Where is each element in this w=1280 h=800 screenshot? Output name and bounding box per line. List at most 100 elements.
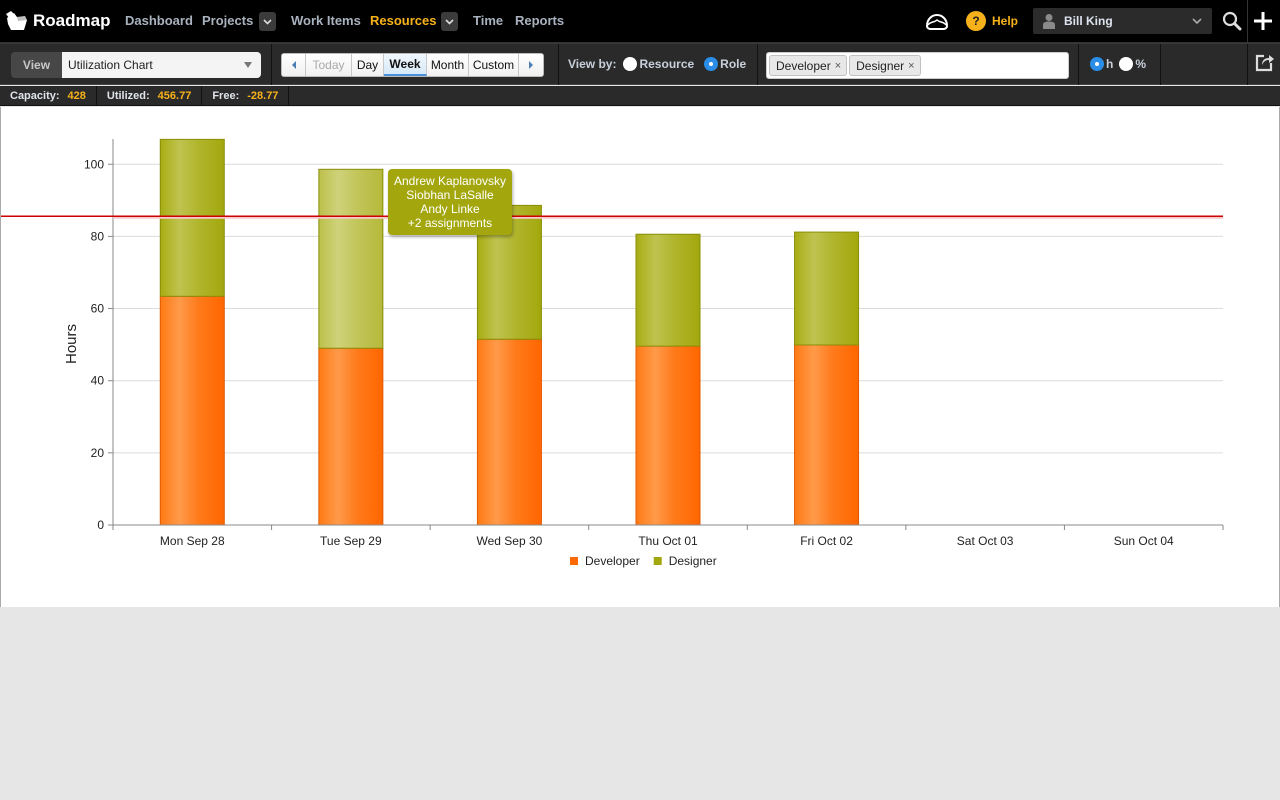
view-by-group: View by: Resource Role bbox=[568, 57, 756, 71]
unit-hours-radio[interactable] bbox=[1090, 57, 1104, 71]
x-tick-label: Tue Sep 29 bbox=[320, 534, 382, 548]
dropdown-arrow-icon bbox=[244, 62, 252, 68]
legend-swatch-developer bbox=[570, 557, 578, 565]
unit-percent-label[interactable]: % bbox=[1135, 57, 1146, 71]
top-nav: Roadmap Dashboard Projects Work Items Re… bbox=[0, 0, 1280, 43]
panel-border bbox=[0, 107, 1, 607]
capacity-value: 428 bbox=[67, 90, 86, 102]
nav-resources[interactable]: Resources bbox=[370, 13, 436, 28]
unit-toggle-group: h % bbox=[1090, 57, 1156, 71]
help-button[interactable]: ? Help bbox=[966, 11, 1018, 31]
bar-developer bbox=[476, 338, 542, 526]
tooltip-line: Andy Linke bbox=[420, 202, 480, 216]
projects-dropdown-button[interactable] bbox=[259, 12, 276, 31]
view-dropdown[interactable]: Utilization Chart bbox=[62, 52, 261, 78]
y-tick-label: 20 bbox=[91, 446, 105, 460]
chevron-down-icon bbox=[445, 18, 454, 25]
toolbar-divider bbox=[271, 44, 272, 85]
help-icon: ? bbox=[966, 11, 986, 31]
y-tick-label: 100 bbox=[84, 157, 104, 171]
chart-tooltip: Andrew Kaplanovsky Siobhan LaSalle Andy … bbox=[388, 169, 512, 235]
utilized-label: Utilized: bbox=[106, 90, 150, 102]
x-tick-label: Wed Sep 30 bbox=[477, 534, 543, 548]
capacity-label: Capacity: bbox=[10, 90, 60, 102]
y-tick-label: 80 bbox=[91, 229, 105, 243]
y-tick-label: 0 bbox=[97, 518, 104, 532]
date-range-selector: Today Day Week Month Custom bbox=[281, 53, 544, 77]
brand-logo[interactable]: Roadmap bbox=[5, 9, 110, 33]
tag-label: Developer bbox=[776, 58, 831, 73]
view-by-label: View by: bbox=[568, 57, 617, 71]
nav-reports[interactable]: Reports bbox=[515, 13, 564, 28]
y-axis-title: Hours bbox=[63, 324, 80, 364]
toolbar-divider bbox=[1160, 44, 1161, 85]
bar-designer bbox=[635, 233, 701, 347]
cloud-icon[interactable] bbox=[925, 11, 949, 31]
x-tick-label: Thu Oct 01 bbox=[638, 534, 698, 548]
nav-dashboard[interactable]: Dashboard bbox=[125, 13, 193, 28]
bar-developer bbox=[318, 347, 384, 526]
today-button[interactable]: Today bbox=[306, 54, 352, 76]
free-value: -28.77 bbox=[247, 90, 279, 102]
role-filter-input[interactable]: Developer × Designer × bbox=[766, 52, 1069, 79]
free-label: Free: bbox=[212, 90, 240, 102]
view-label: View bbox=[11, 52, 62, 78]
free-stat: Free: -28.77 bbox=[202, 86, 290, 106]
chevron-down-icon bbox=[1192, 18, 1202, 24]
bar-designer bbox=[794, 231, 860, 346]
brand-name: Roadmap bbox=[33, 11, 111, 30]
nav-time[interactable]: Time bbox=[473, 13, 503, 28]
unit-hours-label[interactable]: h bbox=[1106, 57, 1113, 71]
legend-label-developer: Developer bbox=[585, 554, 640, 568]
search-icon[interactable] bbox=[1222, 11, 1242, 31]
toolbar-divider bbox=[1078, 44, 1079, 85]
bar-developer bbox=[635, 345, 701, 526]
user-menu[interactable]: Bill King bbox=[1033, 8, 1212, 34]
day-button[interactable]: Day bbox=[352, 54, 384, 76]
month-button[interactable]: Month bbox=[427, 54, 469, 76]
utilization-chart-panel: 0 20 40 60 80 100 Hours Mon Sep 28 Tue Sep 29 Wed… bbox=[0, 107, 1279, 607]
user-name: Bill King bbox=[1064, 14, 1113, 28]
y-tick-label: 40 bbox=[91, 374, 105, 388]
arrow-right-icon bbox=[529, 61, 533, 69]
next-period-button[interactable] bbox=[519, 54, 543, 76]
custom-button[interactable]: Custom bbox=[469, 54, 519, 76]
utilized-value: 456.77 bbox=[157, 90, 192, 102]
chevron-down-icon bbox=[263, 18, 272, 25]
unit-percent-radio[interactable] bbox=[1119, 57, 1134, 71]
user-avatar-icon bbox=[1043, 14, 1055, 29]
capacity-line-layer bbox=[0, 215, 1223, 219]
view-by-role-radio[interactable] bbox=[704, 57, 719, 71]
x-tick-label: Fri Oct 02 bbox=[800, 534, 853, 548]
remove-tag-icon[interactable]: × bbox=[908, 60, 914, 72]
resources-dropdown-button[interactable] bbox=[441, 12, 458, 31]
view-by-resource-label[interactable]: Resource bbox=[639, 57, 694, 71]
tooltip-line: Andrew Kaplanovsky bbox=[393, 174, 507, 188]
week-button[interactable]: Week bbox=[384, 54, 427, 76]
view-by-resource-radio[interactable] bbox=[623, 57, 638, 71]
export-icon[interactable] bbox=[1255, 52, 1275, 72]
tooltip-line: Siobhan LaSalle bbox=[406, 188, 494, 202]
utilization-stats-bar: Capacity: 428 Utilized: 456.77 Free: -28… bbox=[0, 86, 1280, 106]
nav-projects[interactable]: Projects bbox=[202, 13, 253, 28]
nav-work-items[interactable]: Work Items bbox=[291, 13, 361, 28]
nav-divider bbox=[1247, 0, 1248, 43]
logo-icon bbox=[6, 11, 27, 30]
toolbar-divider bbox=[558, 44, 559, 85]
x-tick-label: Sun Oct 04 bbox=[1114, 534, 1174, 548]
bar-developer bbox=[159, 295, 225, 526]
toolbar-divider bbox=[1247, 44, 1248, 85]
y-tick-label: 60 bbox=[91, 302, 105, 316]
toolbar-divider bbox=[757, 44, 758, 85]
view-selector: View Utilization Chart bbox=[11, 52, 261, 78]
plus-icon[interactable] bbox=[1252, 10, 1274, 32]
remove-tag-icon[interactable]: × bbox=[835, 60, 841, 72]
bar-developer bbox=[794, 344, 860, 526]
legend-swatch-designer bbox=[653, 557, 662, 565]
x-tick-label: Sat Oct 03 bbox=[957, 534, 1014, 548]
arrow-left-icon bbox=[291, 61, 296, 69]
role-tag-designer: Designer × bbox=[849, 55, 921, 76]
utilization-chart: 0 20 40 60 80 100 Hours Mon Sep 28 Tue Sep 29 Wed… bbox=[0, 138, 1224, 568]
view-by-role-label[interactable]: Role bbox=[720, 57, 746, 71]
previous-period-button[interactable] bbox=[282, 54, 306, 76]
